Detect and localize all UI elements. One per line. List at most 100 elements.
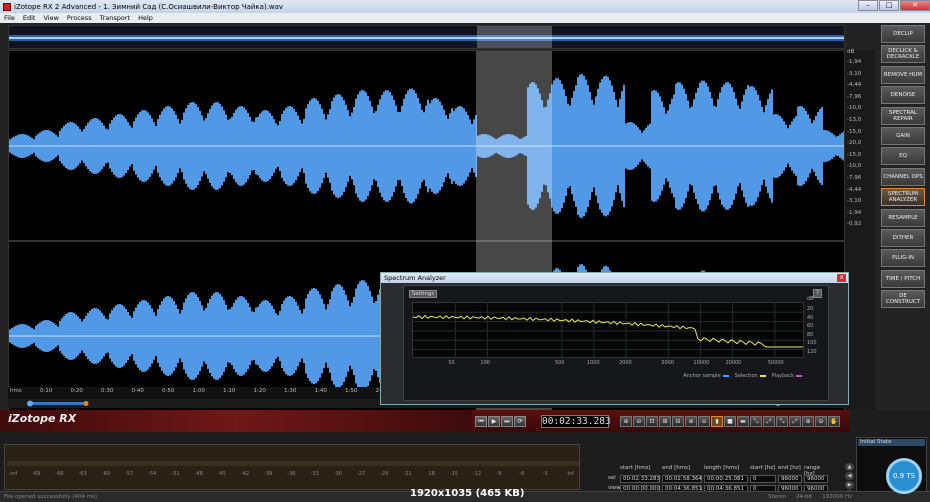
time-tick: 0:40 bbox=[131, 388, 144, 394]
dialog-title-bar[interactable]: Spectrum Analyzer x bbox=[381, 273, 848, 283]
module-plugin-button[interactable]: PLUG-IN bbox=[881, 249, 925, 268]
window-title: iZotope RX 2 Advanced - 1. Зимний Сад (С… bbox=[14, 2, 284, 11]
module-gain-button[interactable]: GAIN bbox=[881, 126, 925, 145]
amp-scale-tick: -1,94 bbox=[847, 59, 862, 65]
meter-tick: -51 bbox=[171, 471, 180, 477]
nav-left-icon[interactable]: ◀ bbox=[845, 472, 854, 480]
selection-cell[interactable]: 96000 bbox=[778, 475, 802, 483]
minimize-button[interactable]: – bbox=[858, 0, 878, 11]
settings-button[interactable]: Settings bbox=[409, 290, 437, 298]
close-button[interactable]: ✕ bbox=[900, 0, 930, 11]
maximize-button[interactable]: □ bbox=[879, 0, 899, 11]
image-size-overlay: 1920x1035 (465 KB) bbox=[410, 488, 525, 499]
overview-waveform bbox=[9, 26, 844, 48]
module-remove-hum-button[interactable]: REMOVE HUM bbox=[881, 65, 925, 84]
rewind-button[interactable]: ⏮ bbox=[475, 415, 487, 427]
module-spectral-repair-button[interactable]: SPECTRAL REPAIR bbox=[881, 106, 925, 125]
spectrum-panel: Settings ? dB 20 40 60 80 100 120 50 100 500 100… bbox=[403, 285, 829, 401]
status-channels: Stereo bbox=[768, 494, 787, 500]
module-dither-button[interactable]: DITHER bbox=[881, 228, 925, 247]
hand-tool-icon[interactable]: ✋ bbox=[828, 415, 840, 427]
help-button[interactable]: ? bbox=[813, 289, 822, 298]
amp-scale-tick: -3,10 bbox=[847, 198, 862, 205]
menu-process[interactable]: Process bbox=[67, 14, 92, 22]
meter-tick: -12 bbox=[473, 471, 482, 477]
nav-right-icon[interactable]: ▶ bbox=[845, 481, 854, 489]
menu-bar: File Edit View Process Transport Help bbox=[0, 13, 930, 23]
history-item-initial-state[interactable]: Initial State bbox=[858, 439, 925, 446]
legend-selection-label: Selection bbox=[734, 373, 758, 379]
module-declick-button[interactable]: DECLICK & DECRACKLE bbox=[881, 45, 925, 64]
play-button[interactable]: ▶ bbox=[488, 415, 500, 427]
module-spectrum-analyzer-button[interactable]: SPECTRUM ANALYZER bbox=[881, 188, 925, 207]
freq-select-tool-icon[interactable]: ▬ bbox=[737, 415, 749, 427]
selection-cell[interactable]: 00:00:25.081 bbox=[704, 475, 748, 483]
loop-button[interactable]: ⟳ bbox=[514, 415, 526, 427]
tool-bar: ⊕ ⊖ ⊡ ⊞ ⊟ ⊕ ⊖ ▮ ■ ▬ ⤡ ⤢ ⤡ ⤢ ⊕ ⊖ ✋ bbox=[619, 415, 840, 427]
db-tick: 40 bbox=[807, 314, 814, 321]
selection-header: length [hms] bbox=[704, 465, 740, 471]
zoom-full-icon[interactable]: ⊟ bbox=[672, 415, 684, 427]
time-select-tool-icon[interactable]: ▮ bbox=[711, 415, 723, 427]
brush-tool-icon[interactable]: ⤢ bbox=[763, 415, 775, 427]
zoom-tool-out-icon[interactable]: ⊖ bbox=[815, 415, 827, 427]
menu-file[interactable]: File bbox=[4, 14, 15, 22]
status-samplerate: 192000 Hz bbox=[822, 494, 852, 500]
amplitude-scale: dB -1,94 -3,10 -4,44 -7,96 -10,0 -13,0 -15,0 -20… bbox=[845, 49, 875, 412]
module-time-pitch-button[interactable]: TIME / PITCH bbox=[881, 269, 925, 288]
zoom-fit-icon[interactable]: ⊞ bbox=[659, 415, 671, 427]
meter-tick: -21 bbox=[403, 471, 412, 477]
amp-scale-tick: -10,0 bbox=[847, 105, 862, 112]
meter-tick: -42 bbox=[241, 471, 250, 477]
module-channel-ops-button[interactable]: CHANNEL OPS bbox=[881, 167, 925, 186]
spectrum-grid bbox=[413, 303, 805, 359]
module-declip-button[interactable]: DECLIP bbox=[881, 25, 925, 43]
menu-help[interactable]: Help bbox=[138, 14, 153, 22]
amp-scale-tick: -13,0 bbox=[847, 117, 862, 123]
selection-cell[interactable]: 00:02:58.364 bbox=[662, 475, 702, 483]
nav-up-icon[interactable]: ▲ bbox=[845, 463, 854, 471]
magic-wand-icon[interactable]: ⤡ bbox=[776, 415, 788, 427]
module-resample-button[interactable]: RESAMPLE bbox=[881, 208, 925, 227]
lasso-tool-icon[interactable]: ⤡ bbox=[750, 415, 762, 427]
spectrum-graph[interactable] bbox=[412, 302, 805, 359]
zoom-tool-icon[interactable]: ⊕ bbox=[802, 415, 814, 427]
selection-cell[interactable]: 0 bbox=[750, 475, 776, 483]
selection-cell[interactable]: 96000 bbox=[804, 475, 828, 483]
time-tick: 1:10 bbox=[223, 388, 236, 394]
legend-anchor: Anchor sample bbox=[683, 373, 729, 379]
module-eq-button[interactable]: EQ bbox=[881, 147, 925, 166]
amp-scale-unit: dB bbox=[847, 49, 855, 55]
dialog-close-button[interactable]: x bbox=[837, 274, 846, 282]
rect-select-tool-icon[interactable]: ■ bbox=[724, 415, 736, 427]
amp-scale-tick: -4,44 bbox=[847, 82, 862, 89]
forward-button[interactable]: ⏭ bbox=[501, 415, 513, 427]
harmonic-select-icon[interactable]: ⤢ bbox=[789, 415, 801, 427]
db-tick: 120 bbox=[807, 348, 817, 355]
rx-app-icon bbox=[3, 2, 11, 11]
freq-tick: 100 bbox=[480, 360, 490, 366]
waveform-overview[interactable] bbox=[8, 25, 845, 49]
meter-bar bbox=[7, 461, 579, 466]
zoom-out-icon[interactable]: ⊖ bbox=[633, 415, 645, 427]
main-workspace: dB -1,94 -3,10 -4,44 -7,96 -10,0 -13,0 -15,0 -20… bbox=[0, 23, 930, 502]
menu-edit[interactable]: Edit bbox=[23, 14, 36, 22]
freq-zoom-out-icon[interactable]: ⊖ bbox=[698, 415, 710, 427]
selection-cell[interactable]: 00:02:33.283 bbox=[620, 475, 660, 483]
meter-tick: -45 bbox=[217, 471, 226, 477]
zoom-selection-icon[interactable]: ⊡ bbox=[646, 415, 658, 427]
menu-transport[interactable]: Transport bbox=[100, 14, 131, 22]
freq-tick: 2000 bbox=[618, 360, 632, 366]
spectrum-freq-axis: 50 100 500 1000 2000 5000 10000 20000 50000 bbox=[412, 360, 804, 368]
legend-playback: Playback bbox=[772, 373, 802, 379]
db-tick: 80 bbox=[807, 331, 814, 338]
amp-scale-tick: -10,0 bbox=[847, 163, 862, 170]
zoom-in-icon[interactable]: ⊕ bbox=[620, 415, 632, 427]
module-deconstruct-button[interactable]: DE CONSTRUCT bbox=[881, 290, 925, 309]
module-denoise-button[interactable]: DENOISE bbox=[881, 86, 925, 105]
menu-view[interactable]: View bbox=[43, 14, 58, 22]
meter-tick: -60 bbox=[101, 471, 110, 477]
transport-bar: ⏮ ▶ ⏭ ⟳ 00:02:33.283 ⊕ ⊖ ⊡ ⊞ ⊟ ⊕ ⊖ ▮ ■ ▬… bbox=[472, 410, 850, 432]
time-tick: 0:10 bbox=[40, 388, 53, 394]
freq-zoom-in-icon[interactable]: ⊕ bbox=[685, 415, 697, 427]
